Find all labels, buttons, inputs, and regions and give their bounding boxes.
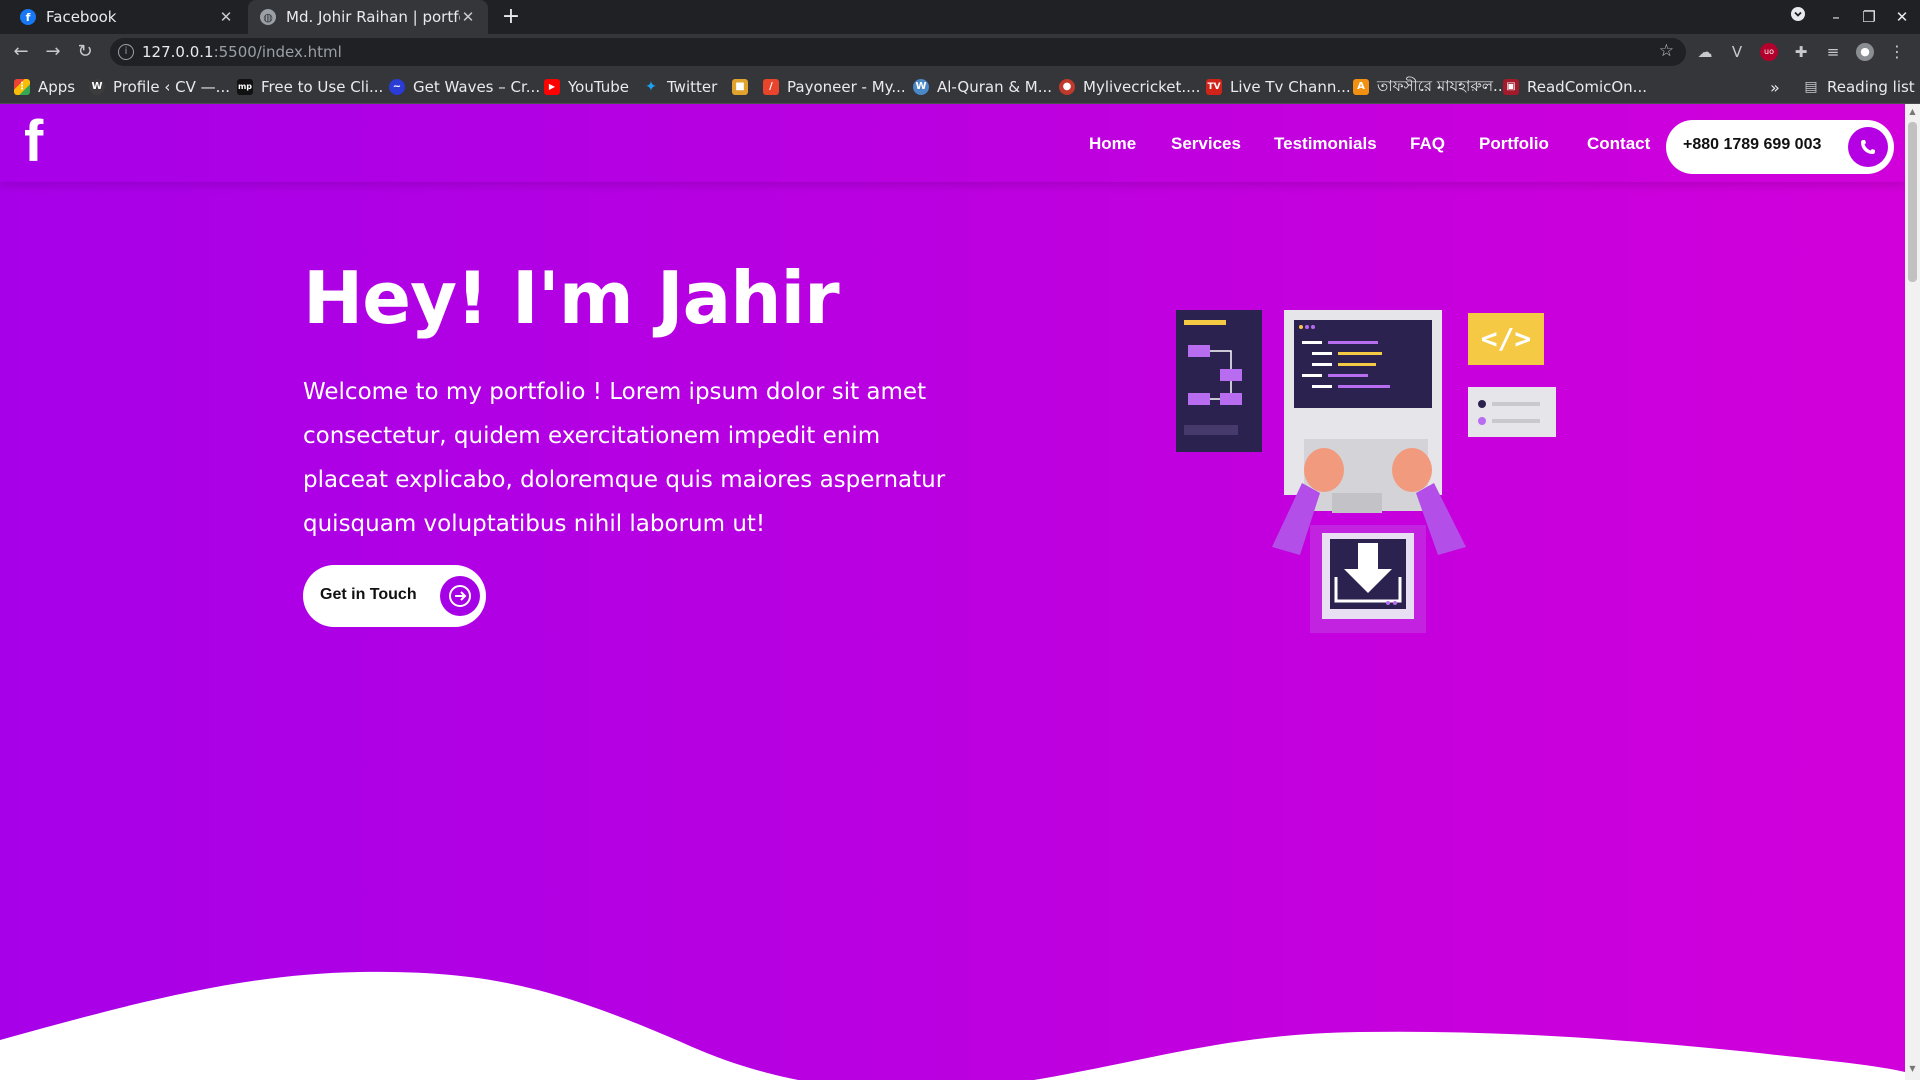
puzzle-extensions-icon[interactable]: ✚ xyxy=(1792,43,1810,61)
scroll-down-icon[interactable]: ▼ xyxy=(1908,1064,1917,1076)
bookmark-box[interactable]: ■ xyxy=(732,77,756,97)
bookmark-al-quran[interactable]: W Al-Quran & M... xyxy=(913,77,1052,97)
code-badge-icon: </> xyxy=(1481,322,1532,355)
box-icon: ■ xyxy=(732,79,748,95)
wordpress-icon: W xyxy=(913,79,929,95)
a-icon: A xyxy=(1353,79,1369,95)
profile-menu-icon[interactable] xyxy=(1787,6,1809,28)
reading-list-button[interactable]: ▤ Reading list xyxy=(1803,77,1914,97)
more-bookmarks-button[interactable]: » xyxy=(1770,77,1780,97)
close-icon[interactable]: ✕ xyxy=(460,8,476,26)
minimize-icon[interactable]: – xyxy=(1825,6,1847,28)
comic-icon: ▣ xyxy=(1503,79,1519,95)
tab-title: Facebook xyxy=(46,8,117,26)
wordpress-icon: W xyxy=(89,79,105,95)
address-bar[interactable]: i 127.0.0.1:5500/index.html ☆ xyxy=(110,38,1686,66)
bookmark-twitter[interactable]: ✦ Twitter xyxy=(643,77,717,97)
phone-number: +880 1789 699 003 xyxy=(1683,136,1822,153)
maximize-icon[interactable]: ❐ xyxy=(1858,6,1880,28)
nav-services[interactable]: Services xyxy=(1171,134,1241,154)
tab-title: Md. Johir Raihan | portfol xyxy=(286,8,460,26)
tv-icon: TV xyxy=(1206,79,1222,95)
bookmark-apps[interactable]: ⋮ Apps xyxy=(14,77,75,97)
tab-facebook[interactable]: f Facebook ✕ xyxy=(8,0,246,34)
reading-list-icon: ▤ xyxy=(1804,79,1818,95)
hero-description: Welcome to my portfolio ! Lorem ipsum do… xyxy=(303,379,946,537)
forward-icon[interactable]: → xyxy=(41,40,65,64)
nav-portfolio[interactable]: Portfolio xyxy=(1479,134,1549,154)
reload-icon[interactable]: ↻ xyxy=(73,40,97,64)
new-tab-button[interactable]: + xyxy=(498,4,524,30)
bookmarks-bar: ⋮ Apps W Profile ‹ CV —... mp Free to Us… xyxy=(0,70,1920,104)
phone-button[interactable]: +880 1789 699 003 xyxy=(1666,120,1894,174)
bookmark-mylivecricket[interactable]: ● Mylivecricket.... xyxy=(1059,77,1200,97)
tab-portfolio[interactable]: ◍ Md. Johir Raihan | portfol ✕ xyxy=(248,0,488,34)
nav-contact[interactable]: Contact xyxy=(1587,134,1650,154)
payoneer-icon: / xyxy=(763,79,779,95)
scroll-up-icon[interactable]: ▲ xyxy=(1908,107,1917,119)
mp-icon: mp xyxy=(237,79,253,95)
site-logo[interactable]: f xyxy=(24,112,43,172)
nav-testimonials[interactable]: Testimonials xyxy=(1274,134,1377,154)
facebook-icon: f xyxy=(20,9,36,25)
hero-title: Hey! I'm Jahir xyxy=(303,256,840,340)
page-viewport: f Home Services Testimonials FAQ Portfol… xyxy=(0,104,1905,1080)
bookmark-payoneer[interactable]: / Payoneer - My... xyxy=(763,77,906,97)
cta-label: Get in Touch xyxy=(320,586,417,603)
site-info-icon[interactable]: i xyxy=(118,44,134,60)
bookmark-youtube[interactable]: ▶ YouTube xyxy=(544,77,629,97)
bookmark-readcomic[interactable]: ▣ ReadComicOn... xyxy=(1503,77,1647,97)
nav-faq[interactable]: FAQ xyxy=(1410,134,1445,154)
apps-grid-icon: ⋮ xyxy=(14,79,30,95)
wave-divider xyxy=(0,971,1905,1080)
address-url: 127.0.0.1:5500/index.html xyxy=(142,43,342,61)
page-scrollbar[interactable]: ▲ ▼ xyxy=(1905,104,1920,1080)
v-extension-icon[interactable]: V xyxy=(1728,43,1746,61)
twitter-icon: ✦ xyxy=(645,79,657,95)
kebab-menu-icon[interactable]: ⋮ xyxy=(1888,43,1906,61)
cloud-extension-icon[interactable]: ☁ xyxy=(1696,43,1714,61)
browser-toolbar: ← → ↻ i 127.0.0.1:5500/index.html ☆ ☁ V … xyxy=(0,34,1920,70)
ublock-extension-icon[interactable]: uo xyxy=(1760,43,1778,61)
back-icon[interactable]: ← xyxy=(9,40,33,64)
nav-home[interactable]: Home xyxy=(1089,134,1136,154)
bookmark-get-waves[interactable]: ~ Get Waves – Cr... xyxy=(389,77,540,97)
avatar[interactable]: ● xyxy=(1856,43,1874,61)
browser-tab-bar: f Facebook ✕ ◍ Md. Johir Raihan | portfo… xyxy=(0,0,1920,34)
globe-icon: ◍ xyxy=(260,9,276,25)
waves-icon: ~ xyxy=(389,79,405,95)
scroll-thumb[interactable] xyxy=(1908,122,1917,282)
developer-illustration: </> xyxy=(1176,310,1556,633)
youtube-icon: ▶ xyxy=(544,79,560,95)
media-control-icon[interactable]: ≡ xyxy=(1824,43,1842,61)
bookmark-profile-cv[interactable]: W Profile ‹ CV —... xyxy=(89,77,230,97)
bookmark-tafsir[interactable]: A তাফসীরে মাযহারুল... xyxy=(1353,77,1507,97)
bookmark-star-icon[interactable]: ☆ xyxy=(1659,41,1674,61)
window-close-icon[interactable]: ✕ xyxy=(1891,6,1913,28)
get-in-touch-button[interactable]: Get in Touch xyxy=(303,565,486,627)
cricket-icon: ● xyxy=(1059,79,1075,95)
site-header: f Home Services Testimonials FAQ Portfol… xyxy=(0,104,1905,182)
close-icon[interactable]: ✕ xyxy=(218,8,234,26)
phone-icon xyxy=(1848,127,1888,167)
arrow-right-icon xyxy=(440,576,480,616)
bookmark-live-tv[interactable]: TV Live Tv Chann... xyxy=(1206,77,1351,97)
bookmark-free-clipart[interactable]: mp Free to Use Cli... xyxy=(237,77,383,97)
